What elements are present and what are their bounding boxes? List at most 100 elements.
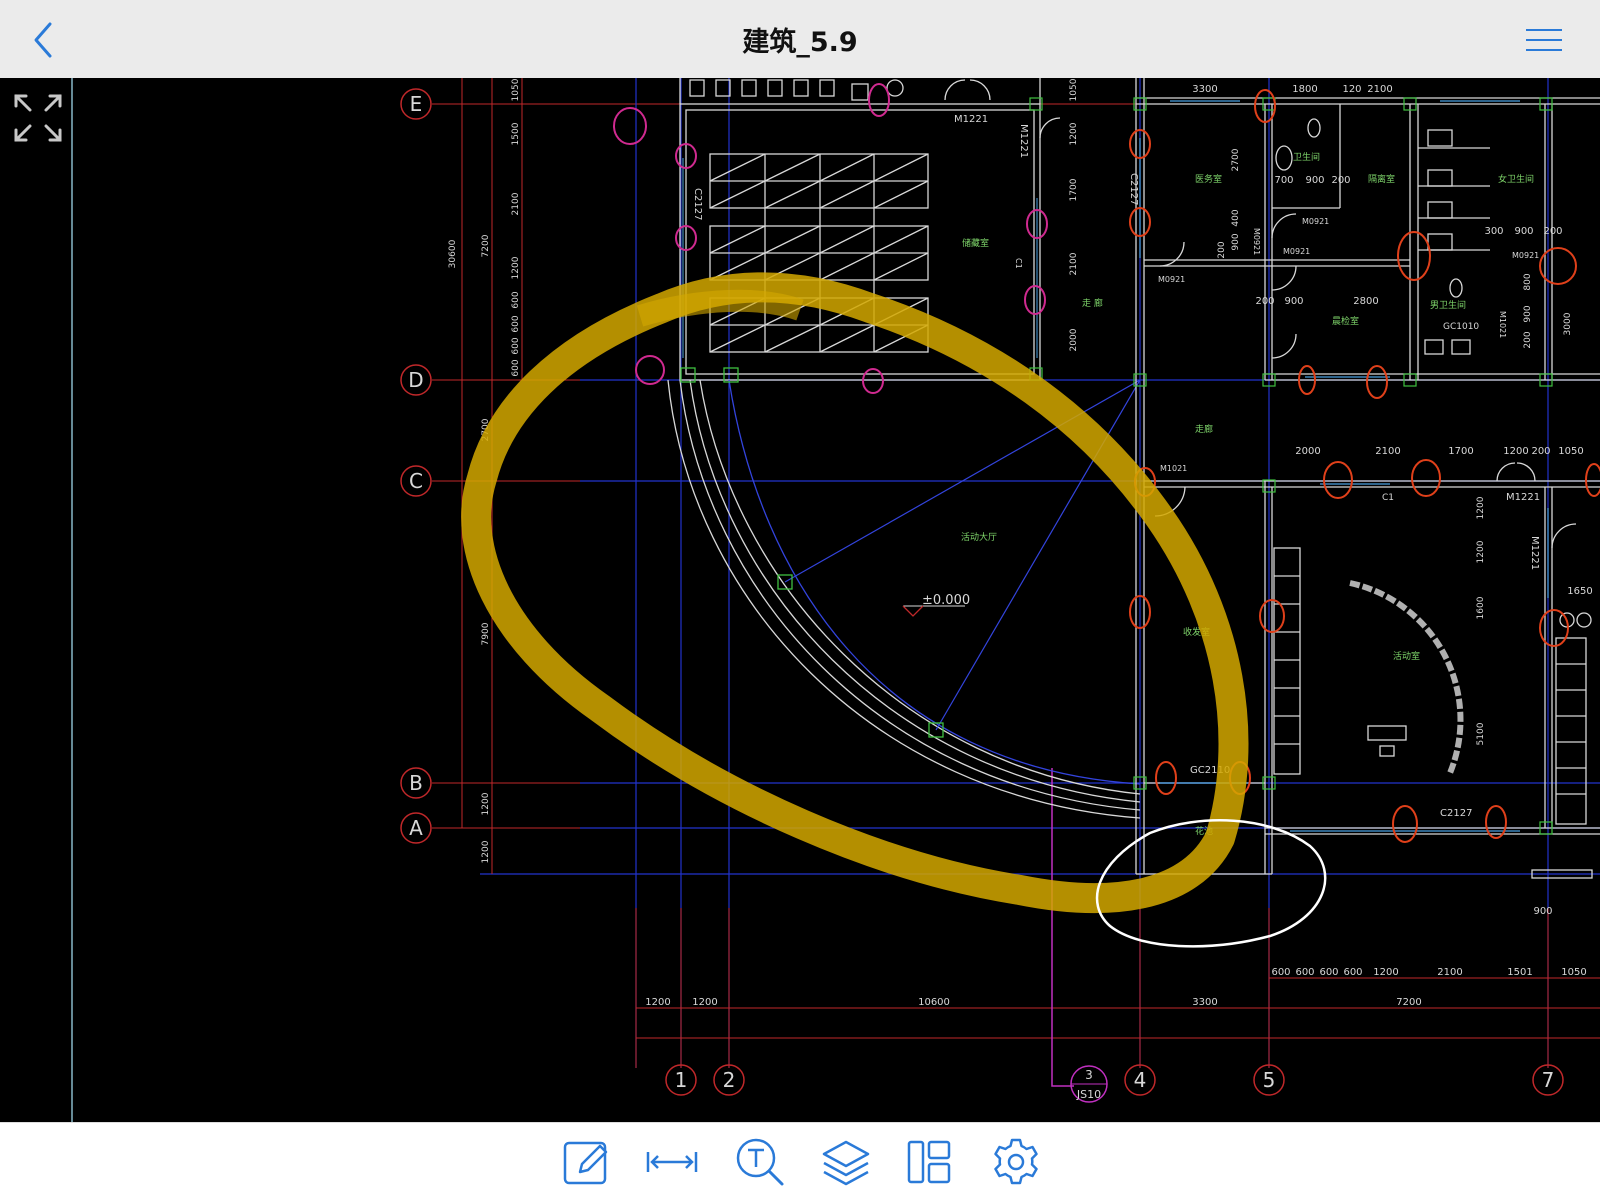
layers-tool-button[interactable] xyxy=(818,1134,874,1190)
dimension-text: 2100 xyxy=(1437,967,1462,978)
dimension-text: 1501 xyxy=(1507,967,1532,978)
door-tag: M1021 xyxy=(1498,311,1507,338)
grid-row-label: D xyxy=(408,368,423,392)
highlighter-annotation xyxy=(461,272,1249,914)
dimension-text: 2800 xyxy=(1353,296,1378,307)
window-tag: C2127 xyxy=(692,188,703,220)
gear-icon xyxy=(994,1138,1038,1185)
dimension-text: 1200 xyxy=(645,997,670,1008)
door-tag: M1221 xyxy=(1529,536,1540,570)
text-search-tool-button[interactable] xyxy=(732,1134,788,1190)
dimension-text: 200 xyxy=(1523,331,1533,348)
dimension-text: 3300 xyxy=(1192,997,1217,1008)
grid-col-label: 7 xyxy=(1542,1068,1555,1092)
bottom-toolbar xyxy=(0,1122,1600,1200)
dimension-text: 600 xyxy=(1271,967,1290,978)
door-tag: M1221 xyxy=(954,114,988,125)
room-label: 走 廊 xyxy=(1082,297,1103,309)
dimension-text: 200 xyxy=(1217,241,1227,258)
dimension-text: 2100 xyxy=(511,192,521,215)
dimension-text: 1700 xyxy=(1448,446,1473,457)
window-tag: GC1010 xyxy=(1443,322,1479,332)
dimension-text: 30600 xyxy=(448,239,458,268)
door-tag: M0921 xyxy=(1158,275,1185,284)
door-tag: M1021 xyxy=(1160,464,1187,473)
layout-tool-button[interactable] xyxy=(902,1134,958,1190)
dimension-text: 3300 xyxy=(1192,84,1217,95)
dimension-text: 1200 xyxy=(511,256,521,279)
page-title: 建筑_5.9 xyxy=(742,27,858,58)
dimension-text: 900 xyxy=(1514,226,1533,237)
dimension-text: 1650 xyxy=(1567,586,1592,597)
dimension-text: 1500 xyxy=(511,122,521,145)
floor-plan-drawing[interactable]: E D C B A 1 2 4 5 7 3 JS10 ±0.000 活动大厅 医… xyxy=(0,78,1600,1122)
door-tag: M1221 xyxy=(1506,492,1540,503)
dimension-text: 10600 xyxy=(918,997,950,1008)
dimension-text: 1050 xyxy=(1069,78,1079,101)
dimension-text: 600 xyxy=(1319,967,1338,978)
dimension-text: 1200 xyxy=(1476,496,1486,519)
room-label: 女卫生间 xyxy=(1498,173,1534,185)
dimension-text: 900 xyxy=(1533,906,1552,917)
room-label: 隔离室 xyxy=(1368,173,1395,185)
grid-col-label: 5 xyxy=(1263,1068,1276,1092)
top-navigation-bar: 建筑_5.9 xyxy=(0,0,1600,79)
dimension-text: 1200 xyxy=(692,997,717,1008)
dimension-text: 7200 xyxy=(1396,997,1421,1008)
door-tag: M0921 xyxy=(1252,228,1261,255)
dimension-text: 1200 xyxy=(1373,967,1398,978)
menu-button[interactable] xyxy=(1516,20,1564,60)
dimension-text: 1050 xyxy=(1558,446,1583,457)
dimension-text: 300 xyxy=(1484,226,1503,237)
dimension-text: 600 xyxy=(511,337,521,354)
grid-col-label: 2 xyxy=(723,1068,736,1092)
expand-arrows-icon xyxy=(14,94,62,142)
dimension-text: 1200 xyxy=(1503,446,1528,457)
room-label: 医务室 xyxy=(1195,173,1222,185)
annotate-tool-button[interactable] xyxy=(558,1134,614,1190)
dimension-text: 3000 xyxy=(1563,312,1573,335)
settings-tool-button[interactable] xyxy=(988,1134,1044,1190)
level-mark: ±0.000 xyxy=(922,593,970,608)
dimension-text: 600 xyxy=(511,291,521,308)
layout-panels-icon xyxy=(907,1140,951,1184)
room-label: 活动大厅 xyxy=(961,531,997,543)
room-label: 活动室 xyxy=(1393,650,1420,662)
window-tag: C1 xyxy=(1382,493,1394,503)
dimension-text: 400 xyxy=(1231,209,1241,226)
pencil-square-icon xyxy=(563,1141,608,1185)
dimension-text: 900 xyxy=(1231,233,1241,250)
dimension-text: 200 xyxy=(1543,226,1562,237)
layers-icon xyxy=(822,1140,870,1186)
hamburger-menu-icon xyxy=(1526,29,1562,51)
section-marker-sheet: JS10 xyxy=(1076,1088,1101,1101)
dimension-text: 1800 xyxy=(1292,84,1317,95)
dimension-text: 1200 xyxy=(1476,540,1486,563)
drawing-canvas[interactable]: E D C B A 1 2 4 5 7 3 JS10 ±0.000 活动大厅 医… xyxy=(0,78,1600,1122)
expand-button[interactable] xyxy=(12,92,64,144)
dimension-text: 120 xyxy=(1342,84,1361,95)
measure-tool-button[interactable] xyxy=(644,1134,700,1190)
dimension-arrow-icon xyxy=(646,1152,698,1172)
dimension-text: 600 xyxy=(1295,967,1314,978)
grid-col-label: 4 xyxy=(1134,1068,1147,1092)
room-label: 晨检室 xyxy=(1332,315,1359,327)
room-label: 走廊 xyxy=(1195,423,1213,435)
door-tag: M1221 xyxy=(1018,124,1029,158)
dimension-text: 2100 xyxy=(1367,84,1392,95)
dimension-text: 1200 xyxy=(481,840,491,863)
grid-row-label: A xyxy=(409,816,423,840)
grid-row-label: C xyxy=(409,469,423,493)
dimension-text: 200 xyxy=(1255,296,1274,307)
text-search-icon xyxy=(736,1138,784,1186)
dimension-text: 700 xyxy=(1274,175,1293,186)
dimension-text: 600 xyxy=(511,359,521,376)
app-window: 建筑_5.9 E D C B A 1 2 4 5 7 3 JS10 ±0.000… xyxy=(0,0,1600,1200)
dimension-text: 1200 xyxy=(1069,122,1079,145)
door-tag: M0921 xyxy=(1512,251,1539,260)
dimension-text: 600 xyxy=(1343,967,1362,978)
dimension-text: 900 xyxy=(1284,296,1303,307)
grid-row-label: B xyxy=(409,771,423,795)
window-tag: C1 xyxy=(1014,258,1023,269)
door-tag: M0921 xyxy=(1283,247,1310,256)
